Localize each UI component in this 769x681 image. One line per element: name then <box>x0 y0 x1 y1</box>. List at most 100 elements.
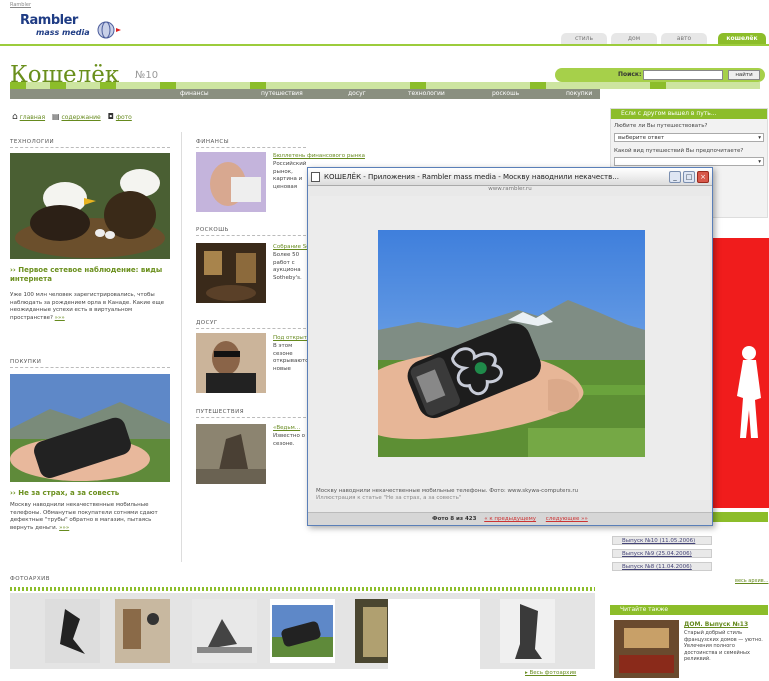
nav-travel[interactable]: путешествия <box>261 89 303 99</box>
photo-strip <box>10 593 595 669</box>
nav-leisure[interactable]: досуг <box>348 89 366 99</box>
archive-item[interactable]: Выпуск №10 (11.05.2006) <box>612 536 712 545</box>
popup-title: КОШЕЛЁК - Приложения - Rambler mass medi… <box>324 173 619 181</box>
travel-link[interactable]: «Ведьм… <box>273 425 300 431</box>
nav-finance[interactable]: финансы <box>180 89 209 99</box>
search-button[interactable]: найти <box>728 70 760 80</box>
photo-strip-divider <box>10 587 595 591</box>
home-icon[interactable]: ⌂ <box>12 112 18 122</box>
leisure-photo[interactable] <box>196 333 266 393</box>
archive-all-link[interactable]: весь архив... <box>735 578 768 584</box>
section-travel: ПУТЕШЕСТВИЯ <box>196 409 306 418</box>
photo-counter: Фото 8 из 423 <box>432 516 477 522</box>
tech-headline[interactable]: ›› Первое сетевое наблюдение: виды интер… <box>10 266 175 284</box>
nav-tech[interactable]: технологии <box>408 89 445 99</box>
leisure-illustration <box>196 333 266 393</box>
header-divider <box>0 44 769 46</box>
popup-pager: Фото 8 из 423 « к предыдущему следующее … <box>308 512 712 525</box>
popup-titlebar[interactable]: КОШЕЛЁК - Приложения - Rambler mass medi… <box>308 168 712 186</box>
poll-select-2[interactable]: ▾ <box>614 157 764 166</box>
poll-select-1[interactable]: выберите ответ ▾ <box>614 132 764 142</box>
main-nav: финансы путешествия досуг технологии рос… <box>10 89 600 99</box>
section-tech: ТЕХНОЛОГИИ <box>10 139 170 148</box>
phone-photo[interactable] <box>10 374 170 482</box>
section-finance: ФИНАНСЫ <box>196 139 306 148</box>
luxury-illustration <box>196 243 266 303</box>
travel-illustration <box>196 424 266 484</box>
travel-photo[interactable] <box>196 424 266 484</box>
column-divider <box>181 132 182 562</box>
woman-silhouette-icon <box>737 346 761 438</box>
photo-thumb[interactable] <box>192 599 257 663</box>
tech-text: Уже 100 млн человек зарегистрировались, … <box>10 292 165 321</box>
archive-item[interactable]: Выпуск №8 (11.04.2006) <box>612 562 712 571</box>
tech-more-link[interactable]: »»» <box>55 315 65 321</box>
eagle-photo[interactable] <box>10 153 170 259</box>
shop-more-link[interactable]: »»» <box>59 525 69 531</box>
photo-thumb[interactable] <box>500 599 555 663</box>
prev-photo-link[interactable]: « к предыдущему <box>484 516 536 522</box>
logo-sub-text: mass media <box>36 28 90 37</box>
shop-headline-text[interactable]: Не за страх, а за совесть <box>18 489 119 497</box>
read-also-photo[interactable] <box>614 620 679 678</box>
minimize-button[interactable]: _ <box>669 171 681 183</box>
photo-thumb-blank <box>388 599 480 669</box>
archive-item[interactable]: Выпуск №9 (25.04.2006) <box>612 549 712 558</box>
shop-text: Москву наводнили некачественные мобильны… <box>10 502 158 531</box>
decor-strip <box>10 82 760 89</box>
leisure-text: В этом сезоне открываются новые площадки… <box>273 343 307 372</box>
finance-text: Российский рынок, картина и ценовая дина… <box>273 161 307 190</box>
tool-home[interactable]: главная <box>20 114 45 121</box>
next-photo-link[interactable]: следующее »» <box>546 516 588 522</box>
search-bar: Поиск: найти <box>555 68 765 82</box>
finance-photo[interactable] <box>196 152 266 212</box>
luxury-text: Более 50 работ с аукциона Sotheby's. <box>273 252 302 281</box>
travel-text: Известно о сезоне. <box>273 433 305 447</box>
nav-shopping[interactable]: покупки <box>566 89 592 99</box>
poll-question-2: Какой вид путешествий Вы предпочитаете? <box>614 147 744 154</box>
photo-popup-window: КОШЕЛЁК - Приложения - Rambler mass medi… <box>307 167 713 526</box>
search-label: Поиск: <box>618 71 642 78</box>
advert-banner[interactable] <box>713 238 769 508</box>
poll-question-1: Любите ли Вы путешествовать? <box>614 123 708 129</box>
phone-illustration <box>10 374 170 482</box>
section-photo-archive: ФОТОАРХИВ <box>10 576 50 582</box>
contents-icon[interactable]: ▤ <box>52 112 60 121</box>
photo-icon[interactable]: ◘ <box>108 112 114 121</box>
nav-luxury[interactable]: роскошь <box>492 89 519 99</box>
photo-thumb[interactable] <box>115 599 170 663</box>
rambler-logo[interactable]: Rambler mass media <box>20 13 130 41</box>
tool-contents[interactable]: содержание <box>61 114 100 121</box>
page-icon <box>311 172 320 182</box>
poll-title: Если с другом вышел в путь... <box>611 109 767 119</box>
photo-thumb[interactable] <box>45 599 100 663</box>
chevron-down-icon: ▾ <box>758 134 761 141</box>
interior-illustration <box>614 620 679 678</box>
issue-number: №10 <box>135 70 159 81</box>
section-shopping: ПОКУПКИ <box>10 359 170 368</box>
shop-headline[interactable]: ›› Не за страх, а за совесть <box>10 489 175 498</box>
search-input[interactable] <box>643 70 723 80</box>
popup-content: Москву наводнили некачественные мобильны… <box>310 196 710 501</box>
chevron-down-icon: ▾ <box>758 159 761 165</box>
logo-globe-icon <box>97 21 121 39</box>
section-leisure: ДОСУГ <box>196 320 306 329</box>
tool-links: ⌂ главная ▤ содержание ◘ фото <box>12 112 132 122</box>
maximize-button[interactable]: □ <box>683 171 695 183</box>
photo-thumb[interactable] <box>270 599 335 663</box>
tool-photo[interactable]: фото <box>116 114 132 121</box>
finance-link[interactable]: Бюллетень финансового рынка <box>273 153 365 159</box>
popup-caption: Москву наводнили некачественные мобильны… <box>316 488 579 501</box>
logo-main-text: Rambler <box>20 13 78 28</box>
read-also-text: Старый добрый стиль французских домов — … <box>684 630 763 662</box>
luxury-photo[interactable] <box>196 243 266 303</box>
finance-illustration <box>196 152 266 212</box>
archive-list: Выпуск №10 (11.05.2006) Выпуск №9 (25.04… <box>612 536 764 571</box>
photo-all-link[interactable]: ▸ Весь фотоархив <box>525 670 576 676</box>
popup-url: www.rambler.ru <box>488 186 532 192</box>
top-link[interactable]: Rambler <box>10 2 31 8</box>
close-button[interactable]: × <box>697 171 709 183</box>
tech-headline-text[interactable]: Первое сетевое наблюдение: виды интернет… <box>10 266 162 283</box>
section-luxury: РОСКОШЬ <box>196 227 306 236</box>
read-also-headline[interactable]: ДОМ. Выпуск №13 <box>684 621 748 628</box>
